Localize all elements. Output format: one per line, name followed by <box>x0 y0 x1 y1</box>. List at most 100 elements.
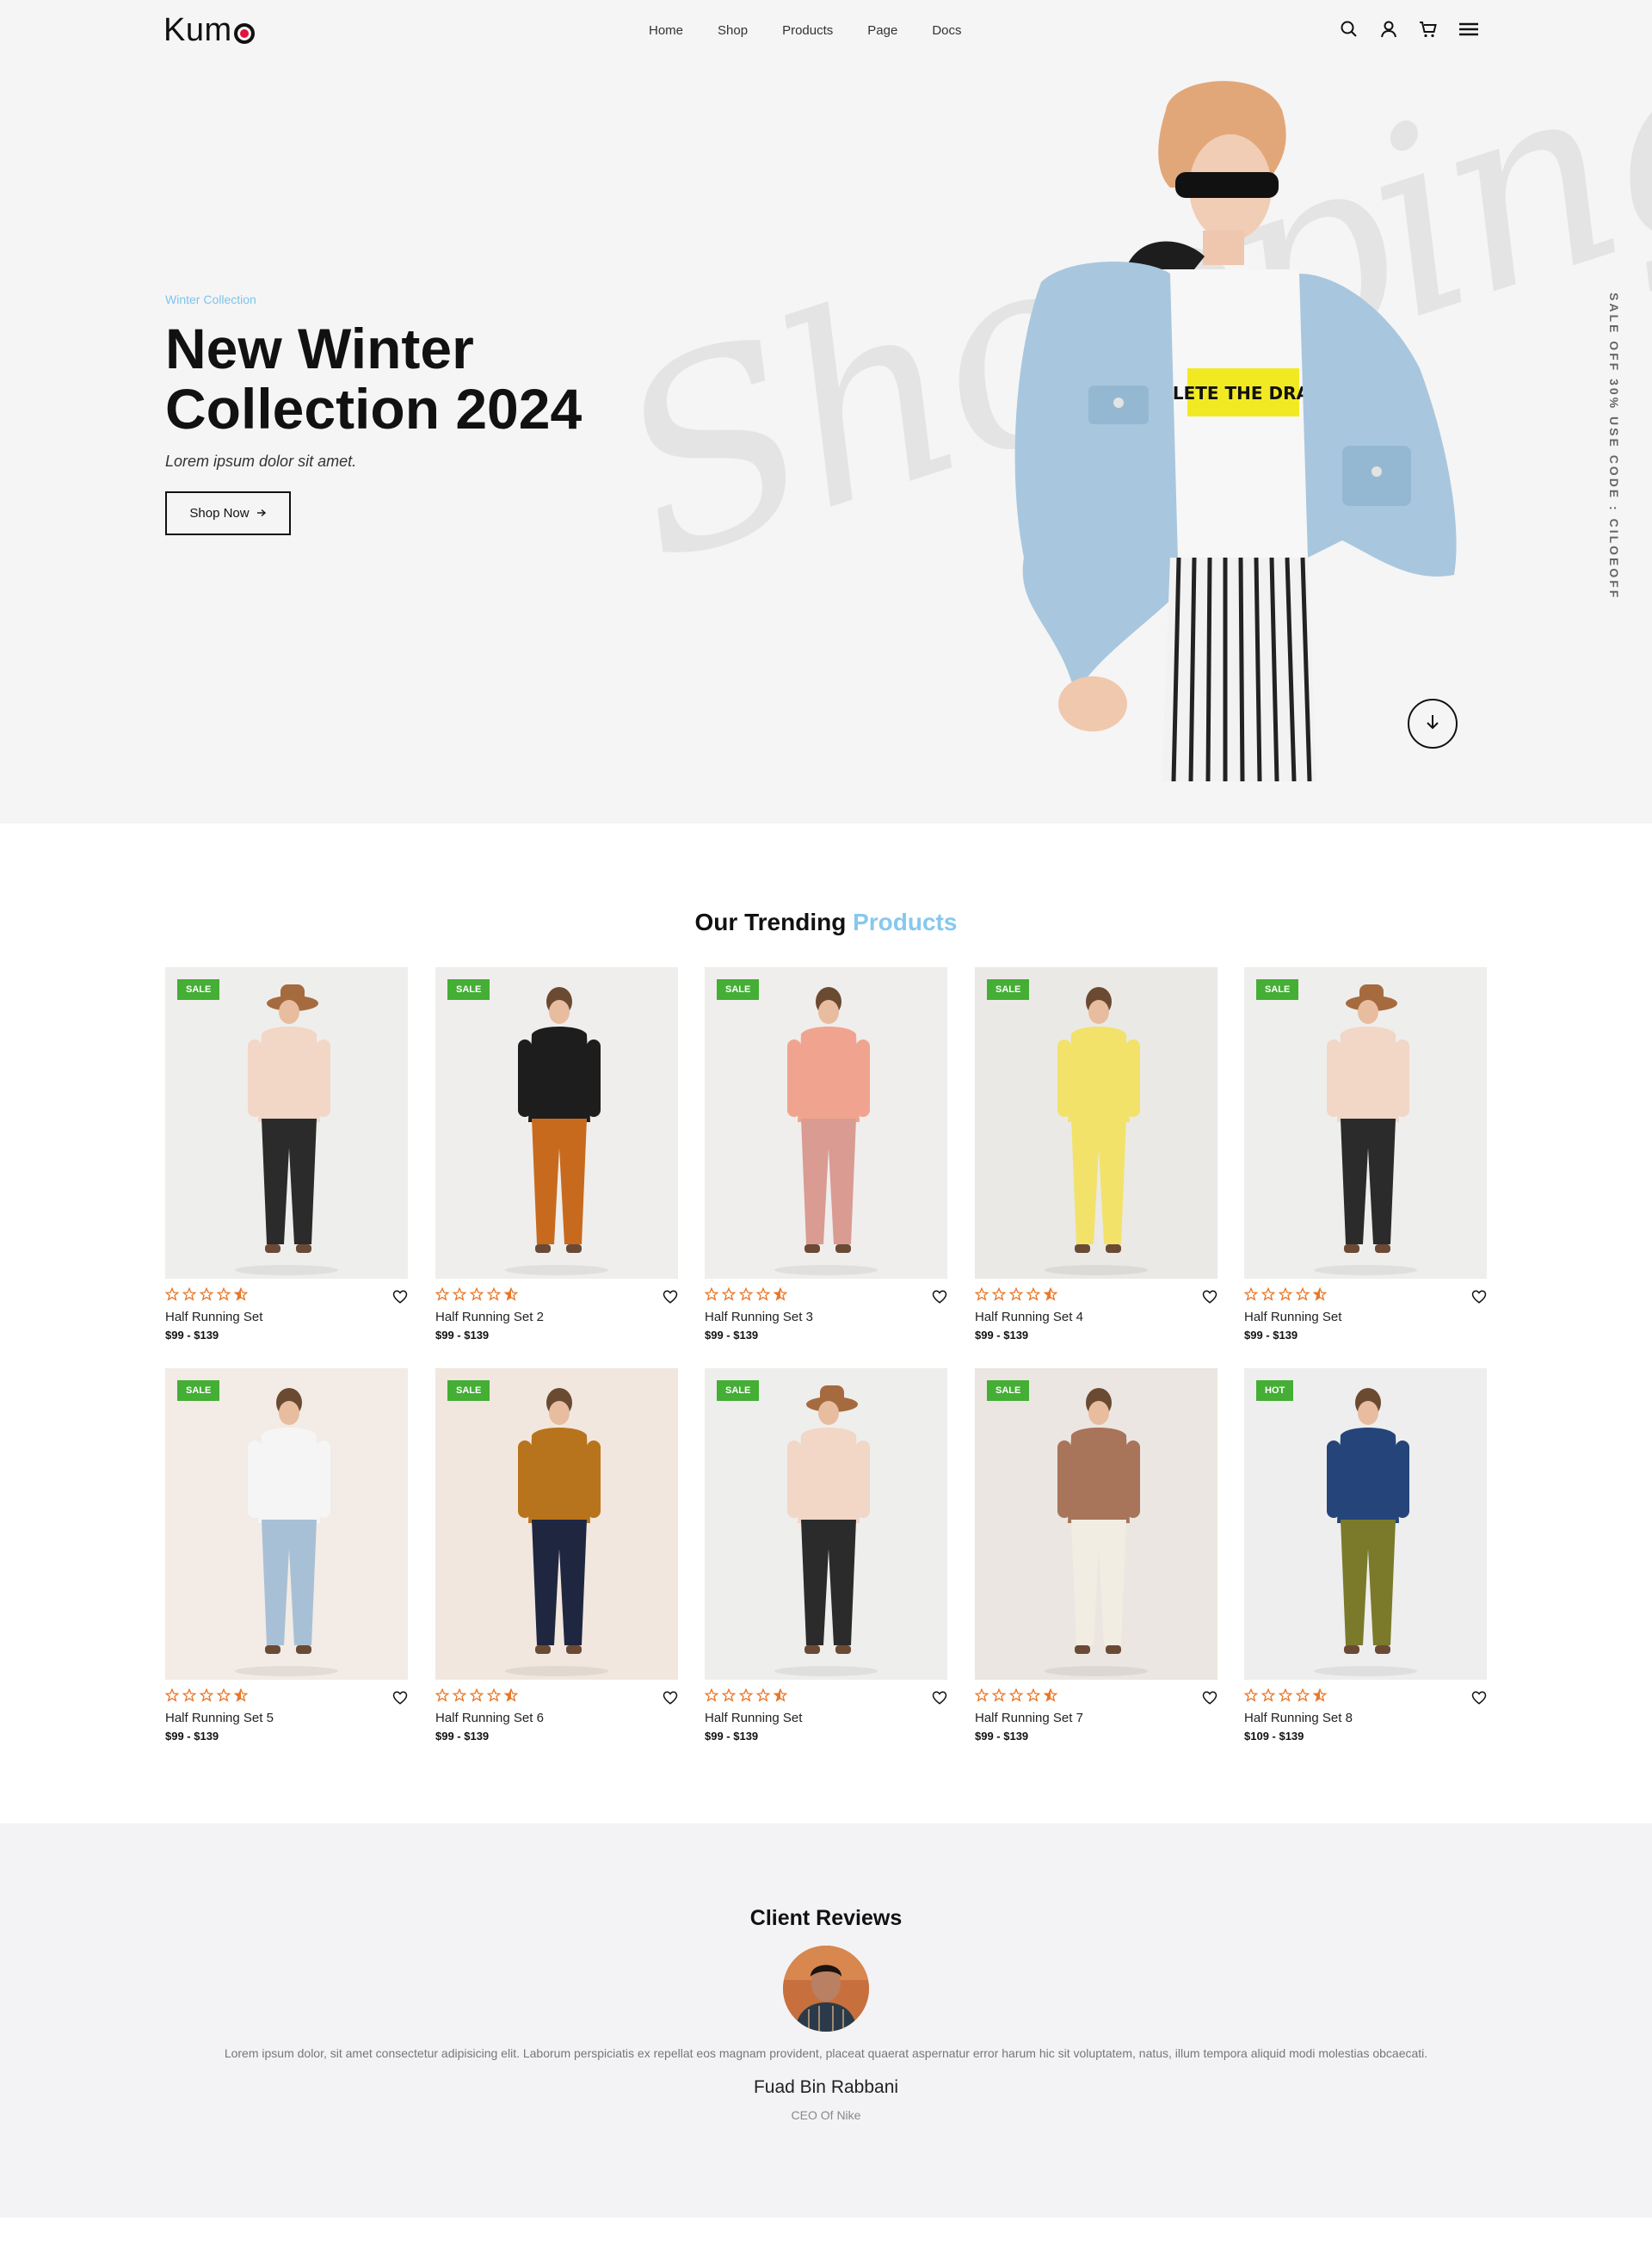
hero-model-image: DELETE THE DRAMA <box>1014 81 1457 781</box>
reviewer-role: CEO Of Nike <box>791 2108 861 2122</box>
product-badge: SALE <box>987 1380 1030 1401</box>
top-navbar: Kum Home Shop Products Page Docs <box>0 0 1652 65</box>
star-icon <box>974 1687 989 1706</box>
hero-text: Winter Collection New Winter Collection … <box>165 293 647 535</box>
product-card[interactable]: SALE <box>974 1368 1217 1747</box>
product-card[interactable]: SALE <box>704 967 947 1346</box>
product-card[interactable]: SALE <box>164 967 408 1346</box>
nav-products[interactable]: Products <box>782 23 833 38</box>
product-card[interactable]: SALE <box>704 1368 947 1747</box>
star-half-icon <box>1043 1687 1058 1706</box>
shop-now-label: Shop Now <box>189 506 250 521</box>
nav-page[interactable]: Page <box>867 23 897 38</box>
wishlist-heart-icon[interactable] <box>932 1690 947 1706</box>
side-promo-text: SALE OFF 30% USE CODE : CILOEOFF <box>1607 293 1621 601</box>
trending-title-accent: Products <box>853 909 958 935</box>
product-price: $99 - $139 <box>165 1730 219 1743</box>
product-image[interactable]: SALE <box>1244 967 1487 1279</box>
star-icon <box>721 1286 737 1305</box>
star-icon <box>452 1286 467 1305</box>
reviews-title: Client Reviews <box>749 1906 903 1930</box>
product-image[interactable]: SALE <box>975 1368 1217 1680</box>
product-price: $99 - $139 <box>705 1329 759 1342</box>
star-icon <box>1243 1286 1259 1305</box>
wishlist-heart-icon[interactable] <box>663 1289 678 1305</box>
wishlist-heart-icon[interactable] <box>932 1289 947 1305</box>
product-name[interactable]: Half Running Set <box>705 1711 802 1725</box>
product-image[interactable]: SALE <box>705 1368 947 1680</box>
wishlist-heart-icon[interactable] <box>392 1289 408 1305</box>
wishlist-heart-icon[interactable] <box>663 1690 678 1706</box>
product-price: $99 - $139 <box>705 1730 759 1743</box>
product-name[interactable]: Half Running Set 5 <box>165 1711 274 1725</box>
logo-text: Kum <box>163 12 232 48</box>
star-icon <box>1026 1687 1041 1706</box>
product-rating <box>974 1687 1058 1706</box>
product-badge: SALE <box>177 979 220 1000</box>
product-name[interactable]: Half Running Set <box>165 1310 262 1324</box>
product-badge: SALE <box>447 979 490 1000</box>
star-half-icon <box>503 1286 519 1305</box>
star-icon <box>486 1286 502 1305</box>
menu-icon[interactable] <box>1458 19 1478 40</box>
product-card[interactable]: SALE <box>435 967 678 1346</box>
product-rating <box>704 1286 788 1305</box>
product-price: $99 - $139 <box>1244 1329 1298 1342</box>
star-icon <box>704 1286 719 1305</box>
search-icon[interactable] <box>1339 19 1359 40</box>
product-card[interactable]: SALE <box>974 967 1217 1346</box>
product-name[interactable]: Half Running Set 4 <box>975 1310 1083 1324</box>
product-image[interactable]: SALE <box>165 1368 408 1680</box>
product-badge: SALE <box>717 1380 760 1401</box>
nav-shop[interactable]: Shop <box>718 23 748 38</box>
star-icon <box>469 1687 484 1706</box>
star-half-icon <box>503 1687 519 1706</box>
product-card[interactable]: SALE <box>435 1368 678 1747</box>
wishlist-heart-icon[interactable] <box>1202 1690 1217 1706</box>
product-card[interactable]: HOT Half Running Set 8 $109 - $139 <box>1243 1368 1487 1747</box>
product-rating <box>164 1687 249 1706</box>
wishlist-heart-icon[interactable] <box>392 1690 408 1706</box>
nav-home[interactable]: Home <box>649 23 683 38</box>
product-name[interactable]: Half Running Set 3 <box>705 1310 813 1324</box>
wishlist-heart-icon[interactable] <box>1471 1289 1487 1305</box>
arrow-down-icon <box>1423 713 1442 736</box>
product-card[interactable]: SALE <box>164 1368 408 1747</box>
star-icon <box>738 1687 754 1706</box>
hero-section: Kum Home Shop Products Page Docs Shoppin… <box>0 0 1652 824</box>
scroll-down-button[interactable] <box>1408 699 1458 749</box>
star-icon <box>738 1286 754 1305</box>
star-icon <box>991 1687 1007 1706</box>
trending-title-main: Our Trending <box>694 909 847 935</box>
product-name[interactable]: Half Running Set 8 <box>1244 1711 1353 1725</box>
product-rating <box>704 1687 788 1706</box>
nav-docs[interactable]: Docs <box>932 23 961 38</box>
product-rating <box>164 1286 249 1305</box>
star-icon <box>435 1687 450 1706</box>
product-name[interactable]: Half Running Set 6 <box>435 1711 544 1725</box>
star-icon <box>199 1286 214 1305</box>
product-image[interactable]: HOT <box>1244 1368 1487 1680</box>
product-image[interactable]: SALE <box>435 1368 678 1680</box>
product-image[interactable]: SALE <box>435 967 678 1279</box>
shop-now-button[interactable]: Shop Now <box>165 491 291 535</box>
cart-icon[interactable] <box>1418 19 1439 40</box>
brand-logo[interactable]: Kum <box>163 12 255 49</box>
star-half-icon <box>773 1687 788 1706</box>
wishlist-heart-icon[interactable] <box>1471 1690 1487 1706</box>
product-name[interactable]: Half Running Set <box>1244 1310 1341 1324</box>
star-icon <box>216 1687 231 1706</box>
arrow-right-icon <box>256 506 267 521</box>
star-icon <box>452 1687 467 1706</box>
product-badge: SALE <box>717 979 760 1000</box>
product-image[interactable]: SALE <box>165 967 408 1279</box>
product-name[interactable]: Half Running Set 2 <box>435 1310 544 1324</box>
product-rating <box>435 1687 519 1706</box>
product-image[interactable]: SALE <box>975 967 1217 1279</box>
product-image[interactable]: SALE <box>705 967 947 1279</box>
user-icon[interactable] <box>1378 19 1399 40</box>
wishlist-heart-icon[interactable] <box>1202 1289 1217 1305</box>
product-badge: SALE <box>1256 979 1299 1000</box>
product-name[interactable]: Half Running Set 7 <box>975 1711 1083 1725</box>
product-card[interactable]: SALE <box>1243 967 1487 1346</box>
